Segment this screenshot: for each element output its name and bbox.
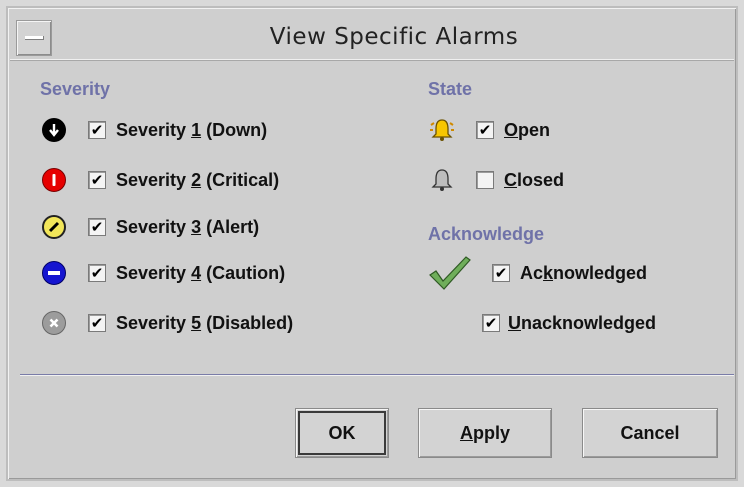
acknowledged-checkbox[interactable]: ✔ [492,264,510,282]
severity-1-label: Severity 1 (Down) [116,119,268,140]
state-closed-checkbox[interactable] [476,171,494,189]
state-open-row[interactable]: ✔ Open [428,115,550,145]
bell-icon [428,166,456,194]
acknowledge-heading: Acknowledge [428,224,545,244]
severity-2-checkbox[interactable]: ✔ [88,171,106,189]
severity-4-checkbox[interactable]: ✔ [88,264,106,282]
state-closed-label: Closed [504,169,565,190]
severity-caution-icon [42,261,66,285]
unacknowledged-label: Unacknowledged [508,312,657,333]
title-bar[interactable]: View Specific Alarms [10,10,734,61]
state-open-checkbox[interactable]: ✔ [476,121,494,139]
severity-disabled-icon [42,311,66,335]
severity-2-label: Severity 2 (Critical) [116,169,280,190]
acknowledged-label: Acknowledged [520,262,648,283]
severity-1-row[interactable]: ✔ Severity 1 (Down) [42,115,267,145]
apply-button[interactable]: Apply [418,408,552,458]
bell-ringing-icon [428,116,456,144]
severity-1-checkbox[interactable]: ✔ [88,121,106,139]
ok-button[interactable]: OK [295,408,389,458]
severity-5-row[interactable]: ✔ Severity 5 (Disabled) [42,308,293,338]
state-open-label: Open [504,119,551,140]
menu-bar-icon [25,36,44,40]
unacknowledged-row[interactable]: ✔ Unacknowledged [482,308,656,338]
severity-3-row[interactable]: ✔ Severity 3 (Alert) [42,212,259,242]
severity-3-checkbox[interactable]: ✔ [88,218,106,236]
state-closed-row[interactable]: Closed [428,165,564,195]
severity-down-icon [42,118,66,142]
severity-2-row[interactable]: ✔ Severity 2 (Critical) [42,165,279,195]
state-heading: State [428,79,473,99]
checkmark-icon [428,255,472,291]
window-title: View Specific Alarms [269,24,519,50]
severity-alert-icon [42,215,66,239]
severity-critical-icon [42,168,66,192]
unacknowledged-checkbox[interactable]: ✔ [482,314,500,332]
severity-heading: Severity [40,79,111,99]
window-menu-button[interactable] [16,20,52,56]
severity-4-label: Severity 4 (Caution) [116,262,286,283]
severity-5-label: Severity 5 (Disabled) [116,312,294,333]
severity-3-label: Severity 3 (Alert) [116,216,260,237]
acknowledged-row[interactable]: ✔ Acknowledged [428,255,648,291]
divider [20,374,734,376]
severity-5-checkbox[interactable]: ✔ [88,314,106,332]
cancel-button[interactable]: Cancel [582,408,718,458]
severity-4-row[interactable]: ✔ Severity 4 (Caution) [42,258,285,288]
